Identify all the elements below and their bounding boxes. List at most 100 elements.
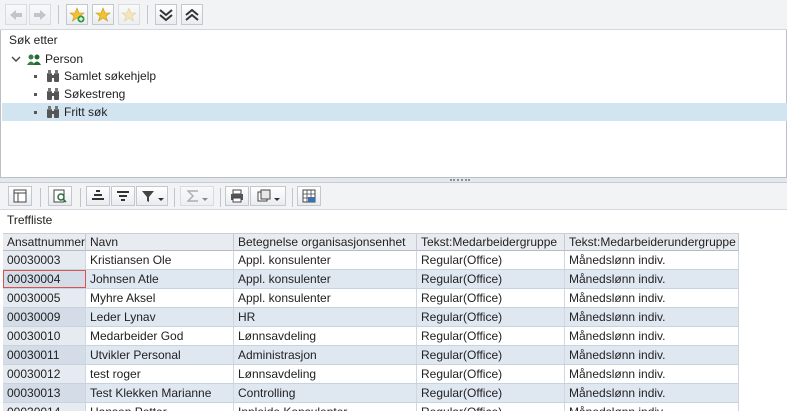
cell-employee-group[interactable]: Regular(Office) (417, 365, 565, 383)
column-header-navn[interactable]: Navn (86, 234, 234, 251)
cell-employee-subgroup[interactable]: Månedslønn indiv. (565, 365, 739, 383)
expand-button[interactable] (181, 4, 203, 25)
sort-descending-button[interactable] (111, 186, 135, 206)
cell-ansattnummer[interactable]: 00030011 (3, 346, 86, 364)
cell-employee-group[interactable]: Regular(Office) (417, 346, 565, 364)
cell-employee-group[interactable]: Regular(Office) (417, 251, 565, 269)
cell-navn[interactable]: Johnsen Atle (86, 270, 234, 288)
cell-employee-group[interactable]: Regular(Office) (417, 327, 565, 345)
search-panel: Søk etter Person Samlet søkehjelp Søkest… (0, 30, 787, 177)
column-header-ansattnummer[interactable]: Ansattnummer (3, 234, 86, 251)
arrow-left-icon (10, 9, 22, 20)
cell-employee-subgroup[interactable]: Månedslønn indiv. (565, 346, 739, 364)
table-row[interactable]: 00030009 Leder Lynav HR Regular(Office) … (3, 308, 739, 327)
views-button[interactable] (250, 186, 286, 206)
cell-ansattnummer[interactable]: 00030012 (3, 365, 86, 383)
cell-employee-group[interactable]: Regular(Office) (417, 270, 565, 288)
cell-employee-subgroup[interactable]: Månedslønn indiv. (565, 384, 739, 402)
cell-navn[interactable]: Myhre Aksel (86, 289, 234, 307)
cell-org-unit[interactable]: Lønnsavdeling (234, 365, 417, 383)
cell-navn[interactable]: Kristiansen Ole (86, 251, 234, 269)
cell-navn[interactable]: Medarbeider God (86, 327, 234, 345)
favorite-settings-button[interactable] (118, 4, 140, 25)
details-button[interactable] (8, 186, 32, 206)
cell-org-unit[interactable]: HR (234, 308, 417, 326)
cell-employee-subgroup[interactable]: Månedslønn indiv. (565, 308, 739, 326)
cell-navn[interactable]: Utvikler Personal (86, 346, 234, 364)
sort-descending-icon (117, 191, 129, 201)
cell-navn[interactable]: Leder Lynav (86, 308, 234, 326)
back-button[interactable] (5, 4, 27, 25)
sum-button[interactable] (180, 186, 214, 206)
cell-employee-group[interactable]: Regular(Office) (417, 289, 565, 307)
cell-ansattnummer[interactable]: 00030013 (3, 384, 86, 402)
forward-button[interactable] (29, 4, 51, 25)
cell-employee-subgroup[interactable]: Månedslønn indiv. (565, 327, 739, 345)
chevron-down-icon[interactable] (11, 54, 21, 64)
cell-ansattnummer[interactable]: 00030003 (3, 251, 86, 269)
cell-org-unit[interactable]: Appl. konsulenter (234, 270, 417, 288)
table-row[interactable]: 00030011 Utvikler Personal Administrasjo… (3, 346, 739, 365)
bullet-icon (34, 110, 37, 114)
cell-employee-group[interactable]: Regular(Office) (417, 403, 565, 411)
tree-item-label: Fritt søk (64, 105, 108, 119)
cell-org-unit[interactable]: Appl. konsulenter (234, 289, 417, 307)
export-button[interactable] (297, 186, 321, 206)
tree-item-sokestreng[interactable]: Søkestreng (2, 85, 787, 103)
cell-ansattnummer[interactable]: 00030005 (3, 289, 86, 307)
tree-item-samlet-sokehjelp[interactable]: Samlet søkehjelp (2, 67, 787, 85)
tree-node-person[interactable]: Person (2, 50, 787, 68)
table-row[interactable]: 00030013 Test Klekken Marianne Controlli… (3, 384, 739, 403)
cell-employee-subgroup[interactable]: Månedslønn indiv. (565, 270, 739, 288)
cell-employee-group[interactable]: Regular(Office) (417, 308, 565, 326)
cell-org-unit[interactable]: Controlling (234, 384, 417, 402)
bullet-icon (34, 92, 37, 96)
find-button[interactable] (48, 186, 72, 206)
printer-icon (231, 189, 243, 203)
column-header-employee-subgroup[interactable]: Tekst:Medarbeiderundergruppe (565, 234, 739, 251)
sort-ascending-button[interactable] (86, 186, 110, 206)
cell-employee-subgroup[interactable]: Månedslønn indiv. (565, 403, 739, 411)
cell-navn[interactable]: Hansen Petter (86, 403, 234, 411)
tree-item-fritt-sok[interactable]: Fritt søk (2, 103, 787, 121)
table-row[interactable]: 00030005 Myhre Aksel Appl. konsulenter R… (3, 289, 739, 308)
binoculars-icon (47, 88, 59, 100)
export-icon (302, 189, 316, 203)
column-header-org-unit[interactable]: Betegnelse organisasjonsenhet (234, 234, 417, 251)
table-row[interactable]: 00030003 Kristiansen Ole Appl. konsulent… (3, 251, 739, 270)
arrow-right-icon (34, 9, 46, 20)
cell-employee-group[interactable]: Regular(Office) (417, 384, 565, 402)
cell-org-unit[interactable]: Administrasjon (234, 346, 417, 364)
splitter-grip-icon[interactable] (450, 179, 470, 181)
cell-employee-subgroup[interactable]: Månedslønn indiv. (565, 251, 739, 269)
result-list-title: Treffliste (7, 213, 53, 227)
table-row[interactable]: 00030014 Hansen Petter Innleide Konsulen… (3, 403, 739, 411)
table-row[interactable]: 00030012 test roger Lønnsavdeling Regula… (3, 365, 739, 384)
dropdown-arrow-icon (157, 197, 164, 201)
table-row[interactable]: 00030010 Medarbeider God Lønnsavdeling R… (3, 327, 739, 346)
cell-org-unit[interactable]: Lønnsavdeling (234, 327, 417, 345)
star-settings-icon (121, 6, 137, 22)
add-favorite-button[interactable] (66, 4, 88, 25)
cell-org-unit[interactable]: Appl. konsulenter (234, 251, 417, 269)
find-icon (53, 189, 67, 203)
filter-button[interactable] (136, 186, 168, 206)
collapse-button[interactable] (155, 4, 177, 25)
cell-org-unit[interactable]: Innleide Konsulenter (234, 403, 417, 411)
sigma-icon (186, 190, 198, 202)
cell-navn[interactable]: Test Klekken Marianne (86, 384, 234, 402)
cell-navn[interactable]: test roger (86, 365, 234, 383)
list-toolbar (0, 183, 787, 210)
table-row[interactable]: 00030004 Johnsen Atle Appl. konsulenter … (3, 270, 739, 289)
cell-ansattnummer[interactable]: 00030014 (3, 403, 86, 411)
views-icon (257, 189, 270, 202)
cell-ansattnummer[interactable]: 00030009 (3, 308, 86, 326)
cell-ansattnummer[interactable]: 00030010 (3, 327, 86, 345)
star-icon (95, 6, 111, 22)
cell-ansattnummer[interactable]: 00030004 (3, 270, 86, 288)
filter-icon (141, 191, 154, 202)
print-button[interactable] (225, 186, 249, 206)
column-header-employee-group[interactable]: Tekst:Medarbeidergruppe (417, 234, 565, 251)
favorites-button[interactable] (92, 4, 114, 25)
cell-employee-subgroup[interactable]: Månedslønn indiv. (565, 289, 739, 307)
